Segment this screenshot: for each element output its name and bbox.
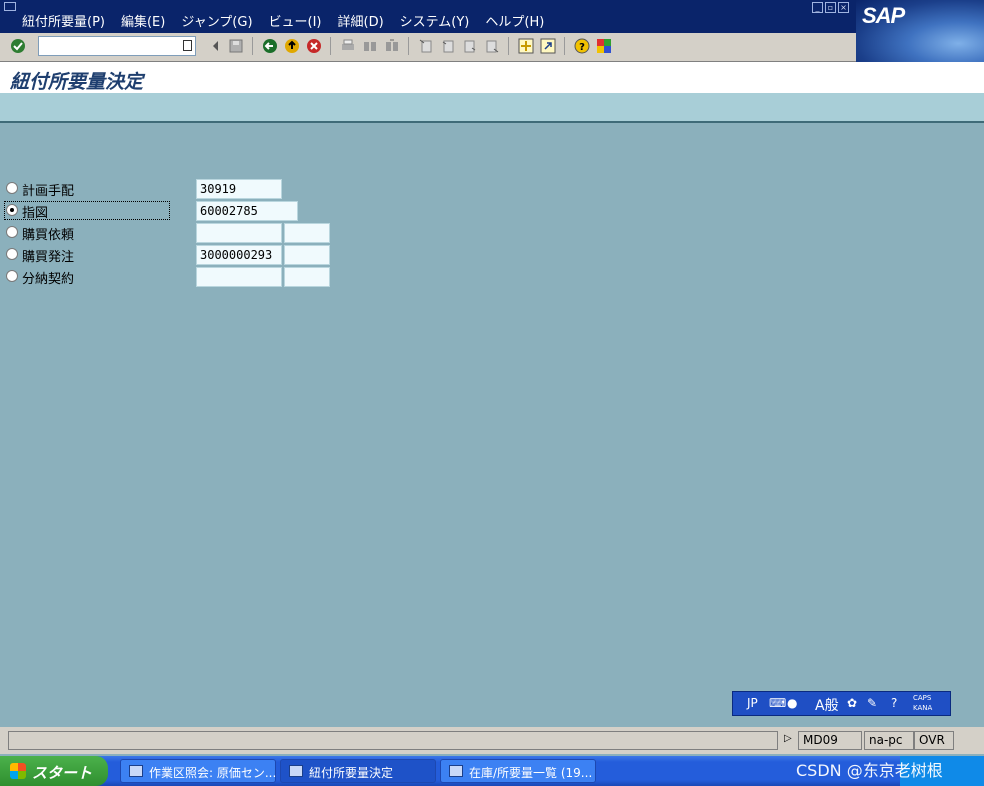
- status-transaction: MD09: [798, 731, 862, 750]
- radio-row-planned-order: 計画手配: [4, 179, 204, 199]
- ime-settings-icon[interactable]: ✿: [847, 696, 857, 710]
- standard-toolbar: ?: [0, 33, 856, 62]
- radio-label-planned-order: 計画手配: [22, 184, 75, 199]
- radio-row-scheduling-agreement: 分納契約: [4, 267, 204, 287]
- status-bar: ▷ MD09 na-pc OVR: [0, 727, 984, 754]
- task-work-center[interactable]: 作業区照会: 原価セン...: [120, 759, 276, 783]
- next-page-icon[interactable]: [462, 38, 478, 54]
- svg-text:?: ?: [579, 42, 585, 53]
- first-page-icon[interactable]: [418, 38, 434, 54]
- scheduling-agreement-field[interactable]: [196, 267, 282, 287]
- toolbar-separator: [252, 37, 253, 55]
- new-session-icon[interactable]: [518, 38, 534, 54]
- enter-check-icon[interactable]: [10, 38, 26, 54]
- command-field[interactable]: [38, 36, 196, 56]
- close-icon[interactable]: ×: [838, 2, 849, 13]
- collapse-command-icon[interactable]: [208, 38, 224, 54]
- radio-row-production-order: 指図: [4, 201, 204, 221]
- radio-label-purchase-requisition: 購買依頼: [22, 228, 75, 243]
- find-icon[interactable]: [362, 38, 378, 54]
- radio-row-purchase-order: 購買発注: [4, 245, 204, 265]
- sap-logo: SAP: [856, 0, 984, 62]
- task-pegging[interactable]: 紐付所要量決定: [280, 759, 436, 783]
- radio-scheduling-agreement[interactable]: [6, 270, 18, 282]
- status-tcode: MD09: [803, 733, 838, 747]
- ime-pad-icon[interactable]: ●: [787, 696, 797, 710]
- purchase-order-item-field[interactable]: [284, 245, 330, 265]
- help-icon[interactable]: ?: [574, 38, 590, 54]
- radio-planned-order[interactable]: [6, 182, 18, 194]
- toolbar-separator: [330, 37, 331, 55]
- status-message-area: [8, 731, 778, 750]
- minimize-icon[interactable]: _: [812, 2, 823, 13]
- start-button[interactable]: スタート: [0, 756, 108, 786]
- find-next-icon[interactable]: [384, 38, 400, 54]
- ime-language-bar: JP ⌨ ● A般 ✿ ✎ ? CAPS KANA: [732, 691, 951, 716]
- ime-help-icon[interactable]: ?: [891, 696, 897, 710]
- start-label: スタート: [32, 764, 93, 782]
- toolbar-separator: [508, 37, 509, 55]
- page-title: 紐付所要量決定: [10, 71, 144, 93]
- sap-window-icon: [449, 765, 463, 777]
- sap-window-icon: [289, 765, 303, 777]
- command-history-icon[interactable]: [183, 40, 192, 51]
- radio-purchase-order[interactable]: [6, 248, 18, 260]
- caps-indicator: CAPS: [913, 694, 932, 702]
- purchase-order-field[interactable]: 3000000293: [196, 245, 282, 265]
- menu-item-view[interactable]: ビュー(I): [269, 11, 322, 30]
- back-icon[interactable]: [262, 38, 278, 54]
- scheduling-agreement-item-field[interactable]: [284, 267, 330, 287]
- radio-label-production-order: 指図: [22, 206, 49, 221]
- menu-item-requirements[interactable]: 紐付所要量(P): [22, 11, 105, 30]
- watermark: CSDN @东京老树根: [796, 761, 943, 780]
- status-expand-icon[interactable]: ▷: [784, 733, 792, 744]
- window-controls: _ ▫ ×: [812, 2, 849, 13]
- windows-logo-icon: [10, 763, 26, 779]
- ime-language[interactable]: JP: [747, 696, 758, 710]
- radio-label-scheduling-agreement: 分納契約: [22, 272, 75, 287]
- save-icon[interactable]: [228, 38, 244, 54]
- purchase-requisition-field[interactable]: [196, 223, 282, 243]
- production-order-field[interactable]: 60002785: [196, 201, 298, 221]
- application-toolbar: [0, 93, 984, 123]
- task-label: 紐付所要量決定: [309, 766, 394, 780]
- ime-mode[interactable]: A般: [815, 695, 839, 715]
- ime-tools-icon[interactable]: ✎: [867, 696, 877, 710]
- keyboard-icon[interactable]: ⌨: [769, 696, 786, 710]
- cancel-icon[interactable]: [306, 38, 322, 54]
- purchase-requisition-item-field[interactable]: [284, 223, 330, 243]
- task-stock-requirements[interactable]: 在庫/所要量一覧 (19...: [440, 759, 596, 783]
- radio-purchase-requisition[interactable]: [6, 226, 18, 238]
- menu-item-system[interactable]: システム(Y): [400, 11, 470, 30]
- toolbar-separator: [408, 37, 409, 55]
- shortcut-icon[interactable]: [540, 38, 556, 54]
- kana-indicator: KANA: [913, 704, 933, 712]
- layout-icon[interactable]: [596, 38, 612, 54]
- print-icon[interactable]: [340, 38, 356, 54]
- title-bar: 紐付所要量決定: [0, 62, 984, 93]
- menu-list: 紐付所要量(P) 編集(E) ジャンプ(G) ビュー(I) 詳細(D) システム…: [22, 11, 544, 30]
- task-label: 在庫/所要量一覧 (19...: [469, 766, 593, 780]
- sap-window-icon: [129, 765, 143, 777]
- menu-item-goto[interactable]: ジャンプ(G): [181, 11, 252, 30]
- task-label: 作業区照会: 原価セン...: [149, 766, 277, 780]
- radio-row-purchase-requisition: 購買依頼: [4, 223, 204, 243]
- status-mode[interactable]: OVR: [914, 731, 954, 750]
- last-page-icon[interactable]: [484, 38, 500, 54]
- toolbar-separator: [564, 37, 565, 55]
- exit-icon[interactable]: [284, 38, 300, 54]
- sap-logo-text: SAP: [862, 3, 905, 28]
- system-menu-icon[interactable]: [4, 2, 16, 11]
- menu-item-edit[interactable]: 編集(E): [121, 11, 165, 30]
- radio-production-order[interactable]: [6, 204, 18, 216]
- menu-item-details[interactable]: 詳細(D): [338, 11, 384, 30]
- status-host: na-pc: [864, 731, 914, 750]
- menu-item-help[interactable]: ヘルプ(H): [485, 11, 544, 30]
- radio-label-purchase-order: 購買発注: [22, 250, 75, 265]
- prev-page-icon[interactable]: [440, 38, 456, 54]
- restore-icon[interactable]: ▫: [825, 2, 836, 13]
- menu-bar: 紐付所要量(P) 編集(E) ジャンプ(G) ビュー(I) 詳細(D) システム…: [0, 0, 984, 33]
- planned-order-field[interactable]: 30919: [196, 179, 282, 199]
